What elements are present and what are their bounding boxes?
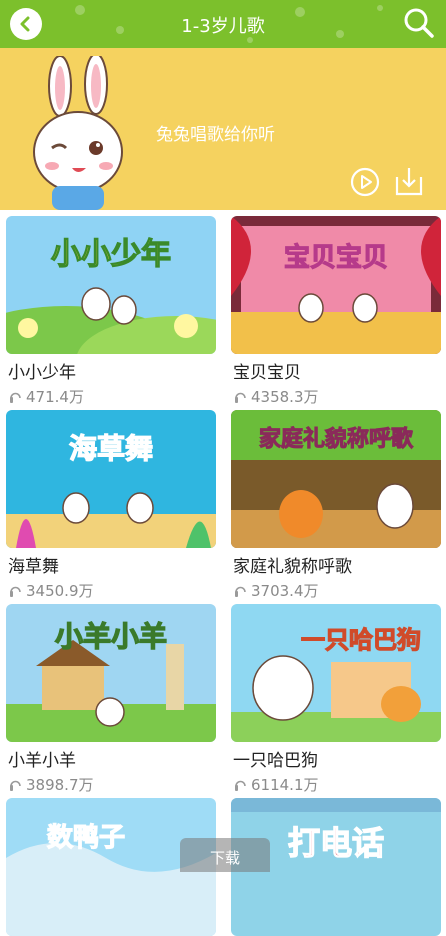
song-title: 宝贝宝贝: [233, 363, 301, 383]
play-count-value: 471.4万: [26, 388, 84, 406]
download-all-button[interactable]: [394, 165, 424, 197]
song-title: 小小少年: [8, 363, 76, 383]
song-thumbnail-art: 海草舞: [6, 410, 216, 548]
song-thumbnail-art: 一只哈巴狗: [231, 604, 441, 742]
search-button[interactable]: [402, 6, 436, 40]
play-count-value: 3703.4万: [251, 582, 319, 600]
song-card[interactable]: 宝贝宝贝 宝贝宝贝 4358.3万: [231, 216, 441, 407]
song-thumbnail[interactable]: 家庭礼貌称呼歌: [231, 410, 441, 548]
play-count: 6114.1万: [231, 774, 441, 795]
song-title: 家庭礼貌称呼歌: [233, 557, 352, 577]
thumbnail-title-text: 海草舞: [69, 432, 153, 465]
song-thumbnail-art: 小小少年: [6, 216, 216, 354]
song-thumbnail[interactable]: 小羊小羊: [6, 604, 216, 742]
download-button[interactable]: 下载: [180, 838, 270, 872]
song-card[interactable]: 海草舞 海草舞 3450.9万: [6, 410, 216, 601]
song-title: 海草舞: [8, 557, 59, 577]
thumbnail-title-text: 家庭礼貌称呼歌: [259, 426, 414, 452]
top-app-bar: 1-3岁儿歌: [0, 0, 446, 48]
play-count-value: 6114.1万: [251, 776, 319, 794]
thumbnail-title-text: 小羊小羊: [55, 620, 167, 653]
play-all-button[interactable]: [350, 167, 380, 197]
album-banner: 兔兔唱歌给你听: [0, 48, 446, 210]
thumbnail-title-text: 一只哈巴狗: [301, 626, 421, 654]
play-count-value: 3450.9万: [26, 582, 94, 600]
thumbnail-title-text: 数鸭子: [47, 823, 125, 853]
headphone-icon: [10, 586, 21, 597]
thumbnail-title-text: 打电话: [288, 824, 384, 862]
song-thumbnail-art: 小羊小羊: [6, 604, 216, 742]
headphone-icon: [10, 780, 21, 791]
song-thumbnail[interactable]: 一只哈巴狗: [231, 604, 441, 742]
play-count: 471.4万: [6, 386, 216, 407]
play-count-value: 3898.7万: [26, 776, 94, 794]
play-count-value: 4358.3万: [251, 388, 319, 406]
song-card[interactable]: 小小少年 小小少年 471.4万: [6, 216, 216, 407]
play-count: 3703.4万: [231, 580, 441, 601]
play-count: 3450.9万: [6, 580, 216, 601]
song-thumbnail[interactable]: 小小少年: [6, 216, 216, 354]
headphone-icon: [10, 392, 21, 403]
thumbnail-title-text: 宝贝宝贝: [284, 242, 388, 273]
song-thumbnail-art: 家庭礼貌称呼歌: [231, 410, 441, 548]
play-count: 4358.3万: [231, 386, 441, 407]
song-card[interactable]: 小羊小羊 小羊小羊 3898.7万: [6, 604, 216, 795]
banner-tagline: 兔兔唱歌给你听: [156, 125, 275, 145]
song-thumbnail[interactable]: 宝贝宝贝: [231, 216, 441, 354]
song-title: 一只哈巴狗: [233, 751, 318, 771]
play-count: 3898.7万: [6, 774, 216, 795]
song-title: 小羊小羊: [8, 751, 76, 771]
bunny-mascot-illustration: [33, 56, 123, 210]
search-icon: [404, 8, 434, 38]
song-card[interactable]: 家庭礼貌称呼歌 家庭礼貌称呼歌 3703.4万: [231, 410, 441, 601]
song-thumbnail-art: 宝贝宝贝: [231, 216, 441, 354]
headphone-icon: [235, 586, 246, 597]
song-thumbnail[interactable]: 海草舞: [6, 410, 216, 548]
thumbnail-title-text: 小小少年: [51, 237, 171, 272]
headphone-icon: [235, 392, 246, 403]
headphone-icon: [235, 780, 246, 791]
page-title: 1-3岁儿歌: [181, 16, 265, 37]
song-card[interactable]: 一只哈巴狗 一只哈巴狗 6114.1万: [231, 604, 441, 795]
